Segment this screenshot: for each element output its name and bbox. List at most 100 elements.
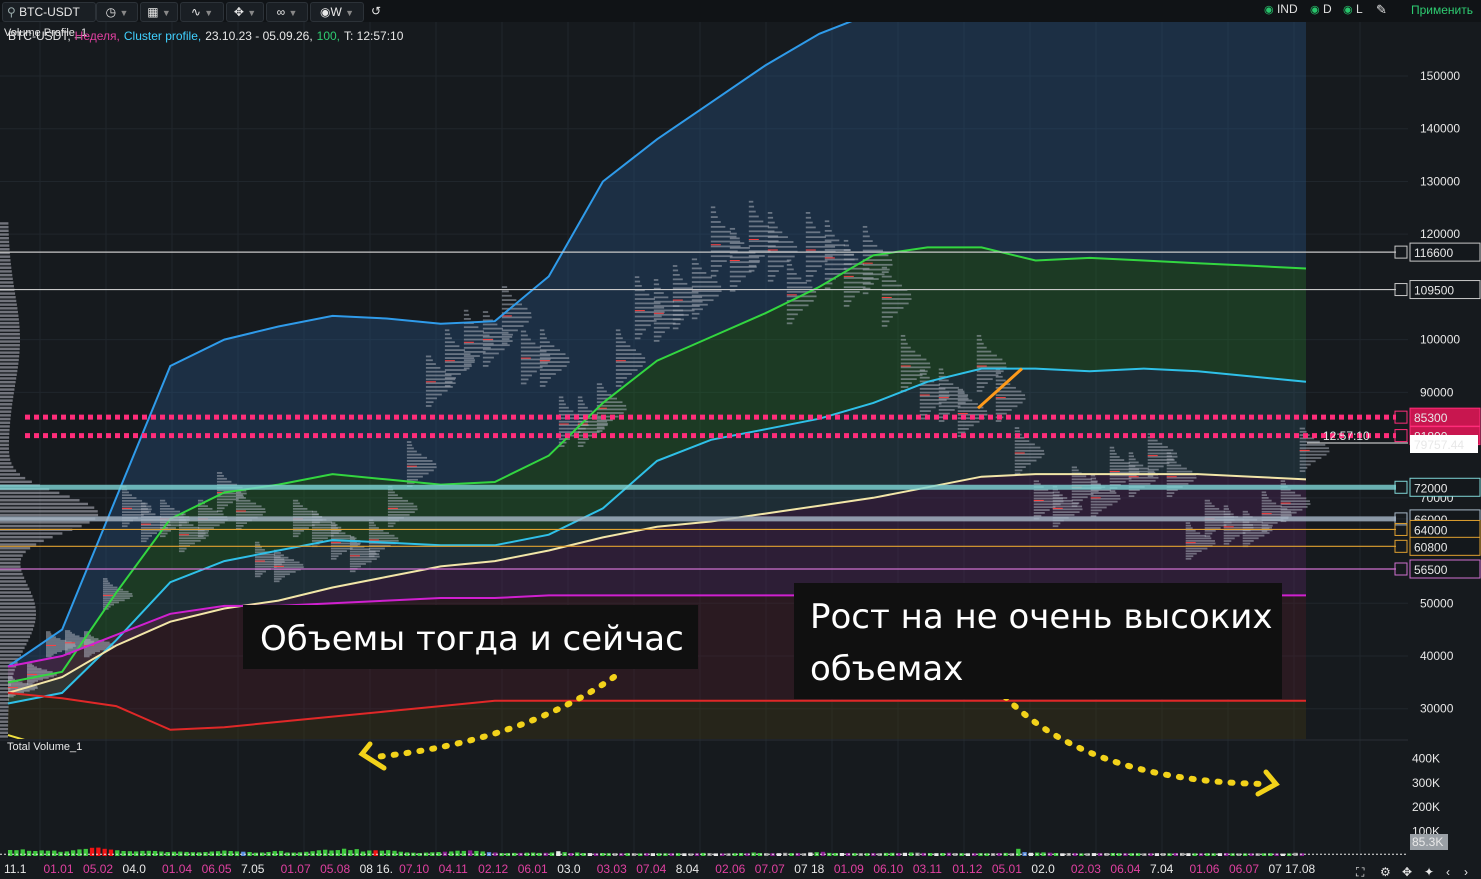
cluster-row xyxy=(1109,452,1117,455)
cluster-row xyxy=(615,373,632,375)
cluster-row xyxy=(197,499,204,502)
clock-icon: ◷ xyxy=(105,5,117,19)
scroll-right-icon[interactable]: › xyxy=(1464,865,1468,879)
profile-row xyxy=(0,694,10,698)
cluster-row xyxy=(1185,527,1193,530)
crosshair-button[interactable]: ✥ ▼ xyxy=(226,2,264,22)
profile-row xyxy=(0,425,10,428)
volume-bar xyxy=(215,851,221,856)
cluster-row xyxy=(767,236,788,239)
profile-row xyxy=(0,421,11,424)
cluster-row xyxy=(976,346,987,349)
volume-bar xyxy=(152,851,158,856)
cluster-row xyxy=(995,420,1002,422)
cluster-row xyxy=(406,444,413,447)
price-chart[interactable]: 1166001095008530081800720006600064000608… xyxy=(0,22,1481,879)
cluster-row xyxy=(425,370,447,373)
cluster-row xyxy=(1033,509,1050,511)
cluster-row xyxy=(406,475,423,478)
profile-row xyxy=(0,270,12,273)
chart-type-button[interactable]: ∿ ▼ xyxy=(180,2,224,22)
last-price-time: 12:57:10 xyxy=(1323,429,1370,443)
volume-bar xyxy=(64,851,70,856)
cluster-row xyxy=(995,375,1003,378)
cluster-row xyxy=(387,502,414,505)
auto-scale-icon[interactable]: ✥ xyxy=(1402,865,1412,879)
time-tick-label: 7.04 xyxy=(1150,862,1174,876)
profile-row xyxy=(0,735,9,738)
cluster-row xyxy=(1090,500,1118,503)
edit-button[interactable]: ✎ xyxy=(1376,2,1387,18)
cluster-row xyxy=(1071,469,1079,472)
profile-row xyxy=(0,654,21,657)
scroll-left-icon[interactable]: ‹ xyxy=(1446,865,1450,879)
cluster-row xyxy=(83,648,106,651)
time-tick-label: 8.04 xyxy=(676,862,700,876)
cluster-row xyxy=(102,580,109,583)
zoom-icon[interactable]: ✦ xyxy=(1424,865,1434,879)
cluster-row xyxy=(8,675,13,678)
profile-row xyxy=(0,495,70,498)
cluster-row xyxy=(26,663,33,666)
timeframe-clock-button[interactable]: ◷ ▼ xyxy=(96,2,138,22)
cluster-row xyxy=(843,244,850,247)
l-toggle[interactable]: ◉ L xyxy=(1343,2,1363,16)
cluster-row xyxy=(1052,522,1061,525)
cluster-row xyxy=(862,230,869,233)
cluster-row xyxy=(121,491,129,494)
volume-bar xyxy=(39,850,44,856)
volume-bar xyxy=(228,851,233,856)
cluster-row xyxy=(995,394,1026,397)
profile-row xyxy=(0,451,10,454)
cluster-row xyxy=(444,345,460,348)
eye-icon: ◉ xyxy=(319,5,331,19)
cluster-row xyxy=(805,279,812,282)
cluster-row xyxy=(1185,522,1191,524)
reset-button[interactable]: ↺ xyxy=(368,2,384,20)
d-toggle[interactable]: ◉ D xyxy=(1310,2,1332,16)
cluster-row xyxy=(330,552,342,555)
cluster-row xyxy=(1014,430,1021,433)
symbol-selector[interactable]: ⚲ BTC-USDT xyxy=(2,2,96,22)
cluster-row xyxy=(1128,479,1156,482)
fullscreen-icon[interactable]: ⛶ xyxy=(1355,865,1365,879)
ind-toggle[interactable]: ◉ IND xyxy=(1264,2,1298,16)
cluster-row xyxy=(634,276,640,279)
volume-bar xyxy=(556,851,561,856)
cluster-row xyxy=(254,570,266,573)
cluster-row xyxy=(463,355,480,357)
period-button[interactable]: ◉W ▼ xyxy=(310,2,364,22)
cluster-row xyxy=(767,279,774,282)
time-tick-label: 01.12 xyxy=(952,862,982,876)
cluster-row xyxy=(786,259,792,262)
cluster-row xyxy=(539,385,546,387)
profile-row xyxy=(0,535,53,539)
cluster-row xyxy=(881,311,898,314)
cluster-row xyxy=(1185,524,1191,527)
time-tick-label: 03.03 xyxy=(597,862,627,876)
volume-bar xyxy=(455,850,460,856)
settings-icon[interactable]: ⚙ xyxy=(1380,865,1391,879)
cluster-row xyxy=(1033,480,1040,483)
profile-row xyxy=(0,602,35,605)
cluster-row xyxy=(292,505,303,508)
cluster-row xyxy=(1299,460,1316,463)
cluster-row xyxy=(767,274,776,277)
volume-bar xyxy=(140,850,145,856)
time-tick-label: 02.06 xyxy=(715,862,745,876)
cluster-row xyxy=(406,472,429,475)
profile-row xyxy=(0,296,16,299)
volume-bar xyxy=(102,848,107,856)
cluster-row xyxy=(1071,466,1077,469)
cluster-row xyxy=(919,376,930,379)
cluster-row xyxy=(254,544,261,546)
cluster-row xyxy=(235,494,243,497)
calendar-button[interactable]: ▦ ▼ xyxy=(140,2,178,22)
apply-button[interactable]: Применить xyxy=(1404,0,1479,21)
cluster-row xyxy=(520,342,536,345)
cluster-row xyxy=(786,317,795,320)
cluster-row xyxy=(938,394,969,397)
link-button[interactable]: ∞ ▼ xyxy=(266,2,308,22)
annotation-right-line1: Рост на не очень высоких xyxy=(810,597,1273,637)
cluster-row xyxy=(121,525,128,528)
